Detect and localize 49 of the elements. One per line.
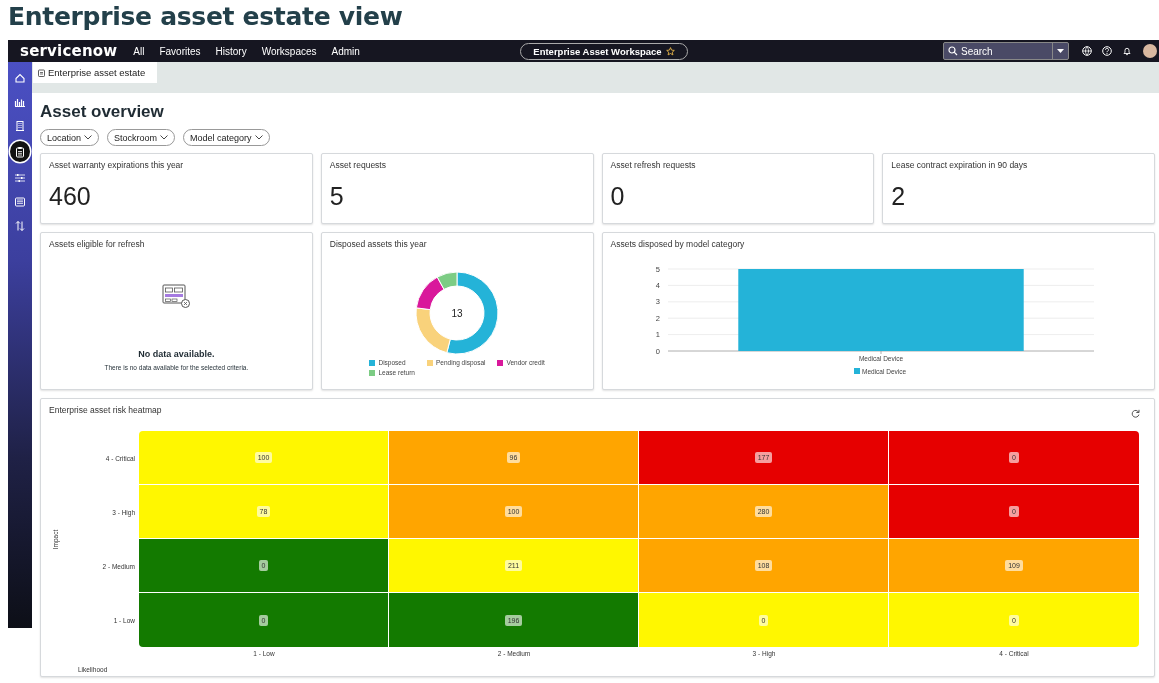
page-title: Asset overview bbox=[40, 102, 165, 122]
menu-link[interactable]: History bbox=[215, 45, 247, 57]
page-heading: Enterprise asset estate view bbox=[8, 1, 404, 33]
avatar[interactable] bbox=[1143, 44, 1157, 58]
search-bar[interactable]: Search bbox=[943, 42, 1069, 60]
card-title: Enterprise asset risk heatmap bbox=[49, 405, 162, 415]
search-icon bbox=[948, 46, 958, 56]
window-x-icon bbox=[161, 283, 192, 309]
filter-dropdown[interactable]: Location bbox=[40, 129, 100, 146]
building-icon bbox=[14, 119, 26, 132]
logo: servicenow bbox=[20, 42, 118, 60]
caret-icon[interactable] bbox=[1057, 49, 1064, 53]
card-title: Asset requests bbox=[329, 160, 386, 170]
clipboard-icon bbox=[38, 68, 45, 77]
empty-state-title: No data available. bbox=[138, 349, 215, 359]
bell-icon[interactable] bbox=[1122, 46, 1132, 56]
help-icon[interactable] bbox=[1102, 46, 1112, 56]
card-title: Assets eligible for refresh bbox=[49, 239, 145, 249]
kpi-value: 460 bbox=[49, 182, 91, 211]
kpi-value: 0 bbox=[610, 182, 625, 211]
workspace-button[interactable]: Enterprise Asset Workspace bbox=[520, 42, 688, 60]
workspace-tab[interactable]: Enterprise asset estate bbox=[33, 62, 158, 83]
refresh-icon[interactable] bbox=[1131, 409, 1140, 418]
star-icon bbox=[665, 46, 675, 56]
filter-dropdown[interactable]: Stockroom bbox=[107, 129, 176, 146]
filter-dropdown[interactable]: Model category bbox=[183, 129, 270, 146]
menu-link[interactable]: Favorites bbox=[159, 45, 201, 57]
menu-link[interactable]: All bbox=[133, 45, 145, 57]
kpi-value: 2 bbox=[891, 182, 906, 211]
menu-link[interactable]: Admin bbox=[331, 45, 360, 57]
card-title: Asset refresh requests bbox=[610, 160, 696, 170]
card-title: Assets disposed by model category bbox=[610, 239, 745, 249]
kpi-value: 5 bbox=[329, 182, 344, 211]
chevron-down-icon bbox=[254, 135, 263, 140]
sidebar-item[interactable] bbox=[10, 141, 30, 162]
list-icon bbox=[14, 195, 26, 208]
up-down-arrows-icon bbox=[14, 219, 26, 232]
sliders-icon bbox=[14, 171, 26, 184]
card-title: Lease contract expiration in 90 days bbox=[891, 160, 1028, 170]
clipboard-icon bbox=[14, 145, 26, 158]
search-field[interactable]: Search bbox=[958, 45, 1045, 57]
card-title: Asset warranty expirations this year bbox=[49, 160, 184, 170]
home-icon bbox=[14, 71, 26, 84]
menu-link[interactable]: Workspaces bbox=[261, 45, 317, 57]
donut-total: 13 bbox=[451, 307, 463, 319]
chevron-down-icon bbox=[84, 135, 93, 140]
globe-icon[interactable] bbox=[1082, 46, 1092, 56]
chevron-down-icon bbox=[160, 135, 169, 140]
card-title: Disposed assets this year bbox=[329, 239, 427, 249]
